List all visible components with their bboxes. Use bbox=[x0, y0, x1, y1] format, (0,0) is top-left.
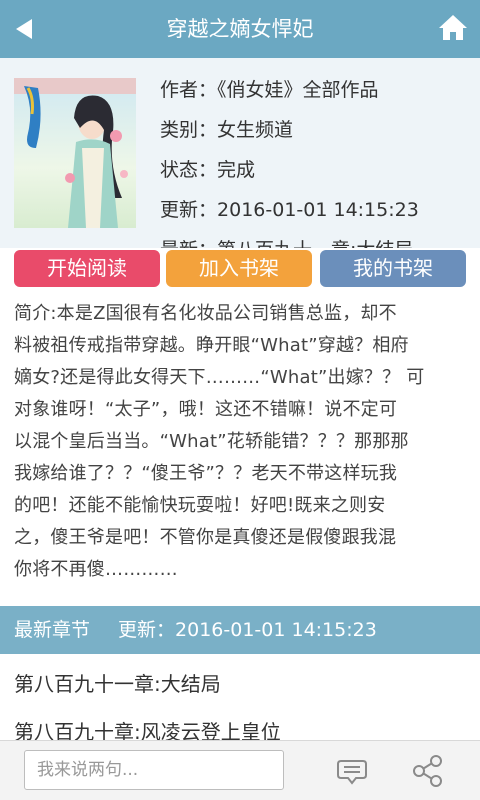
intro-line: 对象谁呀！“太子”，哦！这还不错嘛！说不定可 bbox=[14, 399, 398, 420]
chapter-list: 第八百九十一章:大结局 第八百九十章:风凌云登上皇位 bbox=[0, 660, 480, 740]
category-row: 类别：女生频道 bbox=[160, 110, 474, 150]
intro-line: 简介:本是Z国很有名化妆品公司销售总监，却不 bbox=[14, 303, 397, 324]
author-label: 作者： bbox=[160, 79, 218, 101]
comment-input[interactable] bbox=[24, 750, 284, 790]
chapter-item[interactable]: 第八百九十一章:大结局 bbox=[0, 660, 480, 708]
share-icon[interactable] bbox=[410, 753, 446, 789]
author-row[interactable]: 作者：《俏女娃》全部作品 bbox=[160, 70, 474, 110]
intro-line: 料被祖传戒指带穿越。睁开眼“What”穿越？相府 bbox=[14, 335, 409, 356]
add-to-shelf-button[interactable]: 加入书架 bbox=[166, 250, 312, 287]
status-value: 完成 bbox=[217, 159, 256, 181]
intro-line: 我嫁给谁了？？“傻王爷”？？老天不带这样玩我 bbox=[14, 463, 398, 484]
updated-row: 更新：2016-01-01 14:15:23 bbox=[160, 190, 474, 230]
intro-line: 你将不再傻………… bbox=[14, 559, 178, 580]
book-intro: 简介:本是Z国很有名化妆品公司销售总监，却不 料被祖传戒指带穿越。睁开眼“Wha… bbox=[14, 298, 466, 586]
updated-value: 2016-01-01 14:15:23 bbox=[217, 199, 419, 221]
latest-label: 最新： bbox=[160, 239, 217, 248]
comment-icon[interactable] bbox=[334, 753, 370, 789]
latest-update-time: 更新：2016-01-01 14:15:23 bbox=[118, 619, 377, 641]
bottom-bar bbox=[0, 740, 480, 800]
updated-label: 更新： bbox=[160, 199, 218, 221]
latest-chapters-label: 最新章节 bbox=[14, 619, 91, 641]
book-info-panel: 作者：《俏女娃》全部作品 类别：女生频道 状态：完成 更新：2016-01-01… bbox=[0, 58, 480, 248]
intro-line: 之，傻王爷是吧！不管你是真傻还是假傻跟我混 bbox=[14, 527, 397, 548]
status-row: 状态：完成 bbox=[160, 150, 474, 190]
latest-row[interactable]: 最新：第八百九十一章:大结局 bbox=[160, 230, 474, 248]
author-value: 《俏女娃》全部作品 bbox=[217, 79, 379, 101]
chapter-item[interactable]: 第八百九十章:风凌云登上皇位 bbox=[0, 708, 480, 740]
latest-value: 第八百九十一章:大结局 bbox=[217, 239, 413, 248]
status-label: 状态： bbox=[160, 159, 218, 181]
intro-line: 的吧！还能不能愉快玩耍啦！好吧!既来之则安 bbox=[14, 495, 386, 516]
latest-chapters-header: 最新章节 更新：2016-01-01 14:15:23 bbox=[0, 606, 480, 654]
category-value: 女生频道 bbox=[217, 119, 294, 141]
back-icon[interactable] bbox=[10, 14, 40, 44]
book-cover[interactable] bbox=[14, 78, 136, 228]
page-title: 穿越之嫡女悍妃 bbox=[166, 17, 314, 41]
top-bar: 穿越之嫡女悍妃 bbox=[0, 0, 480, 58]
action-buttons: 开始阅读 加入书架 我的书架 bbox=[0, 248, 480, 290]
home-icon[interactable] bbox=[438, 12, 468, 42]
start-reading-button[interactable]: 开始阅读 bbox=[14, 250, 160, 287]
book-meta: 作者：《俏女娃》全部作品 类别：女生频道 状态：完成 更新：2016-01-01… bbox=[160, 70, 474, 248]
intro-line: 以混个皇后当当。“What”花轿能错？？？那那那 bbox=[14, 431, 409, 452]
category-label: 类别： bbox=[160, 119, 218, 141]
my-shelf-button[interactable]: 我的书架 bbox=[320, 250, 466, 287]
intro-line: 嫡女?还是得此女得天下………“What”出嫁？？ 可 bbox=[14, 367, 425, 388]
